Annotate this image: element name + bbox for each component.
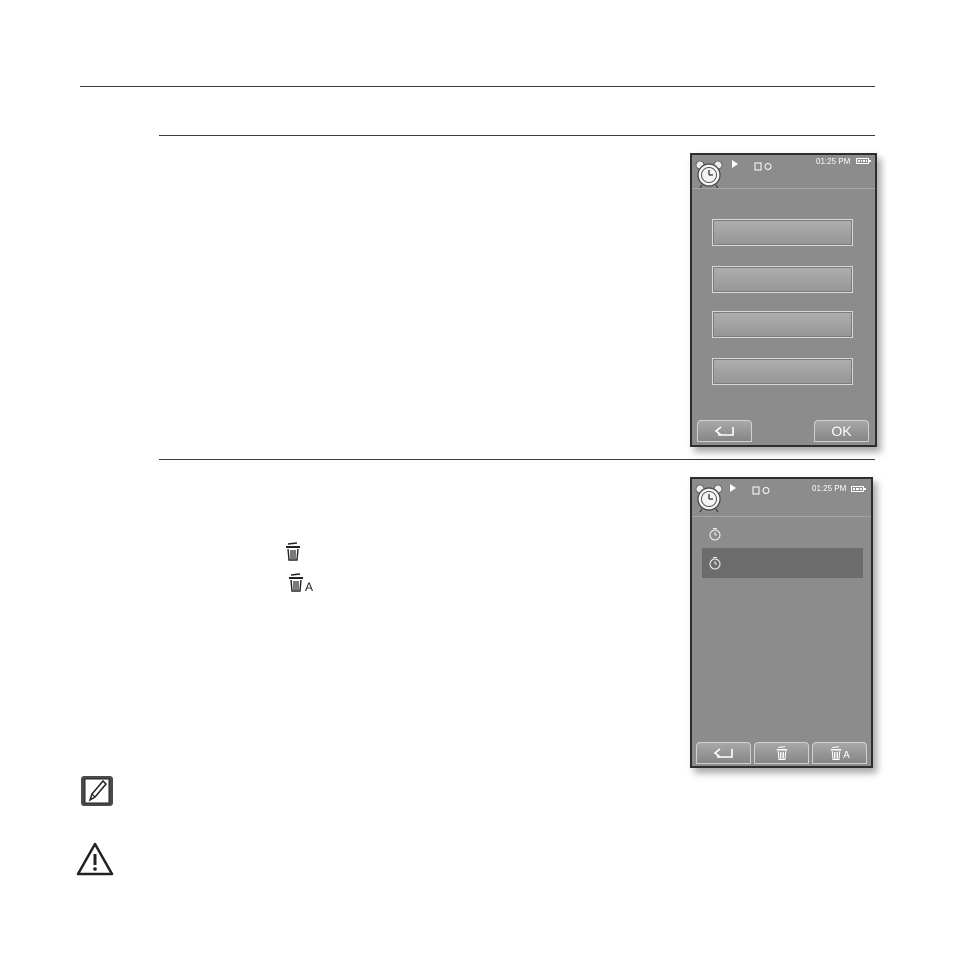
delete-button[interactable] xyxy=(754,742,809,764)
timer-icon xyxy=(709,528,721,541)
option-button-1[interactable] xyxy=(712,219,853,246)
play-icon xyxy=(732,160,738,168)
alarm-list-screen: 01:25 PM A xyxy=(690,477,873,768)
option-button-2[interactable] xyxy=(712,266,853,293)
option-button-4[interactable] xyxy=(712,358,853,385)
back-button[interactable] xyxy=(696,742,751,764)
play-icon xyxy=(730,484,736,492)
alarm-indicator-icon xyxy=(764,158,772,176)
alarm-list-item-2[interactable] xyxy=(702,548,863,578)
option-button-3[interactable] xyxy=(712,311,853,338)
note-pencil-icon xyxy=(80,775,114,812)
trash-icon xyxy=(776,745,787,760)
warning-triangle-icon xyxy=(75,841,115,882)
alarm-clock-icon xyxy=(695,159,723,194)
status-bar: 01:25 PM xyxy=(692,479,871,517)
page-header-rule xyxy=(80,86,875,87)
alarm-indicator-icon xyxy=(762,482,770,500)
section-rule-1 xyxy=(159,135,875,136)
trash-all-icon xyxy=(287,573,305,598)
section-rule-2 xyxy=(159,459,875,460)
alarm-list-item-1[interactable] xyxy=(702,519,863,549)
alarm-setup-screen: 01:25 PM OK xyxy=(690,153,877,447)
back-arrow-icon xyxy=(713,748,733,758)
ok-label: OK xyxy=(831,423,852,439)
trash-all-icon xyxy=(830,745,842,760)
lock-icon xyxy=(754,158,762,176)
alarm-clock-icon xyxy=(695,483,723,518)
timer-icon xyxy=(709,557,721,570)
trash-all-suffix: A xyxy=(305,580,314,594)
delete-all-button[interactable]: A xyxy=(812,742,867,764)
battery-icon xyxy=(851,486,866,492)
back-button[interactable] xyxy=(697,420,752,442)
lock-icon xyxy=(752,482,760,500)
ok-button[interactable]: OK xyxy=(814,420,869,442)
back-arrow-icon xyxy=(714,426,734,436)
battery-icon xyxy=(856,158,871,164)
status-bar: 01:25 PM xyxy=(692,155,875,189)
delete-all-suffix: A xyxy=(843,750,850,761)
status-time: 01:25 PM xyxy=(812,484,847,493)
status-time: 01:25 PM xyxy=(816,157,851,166)
trash-icon xyxy=(284,542,302,567)
